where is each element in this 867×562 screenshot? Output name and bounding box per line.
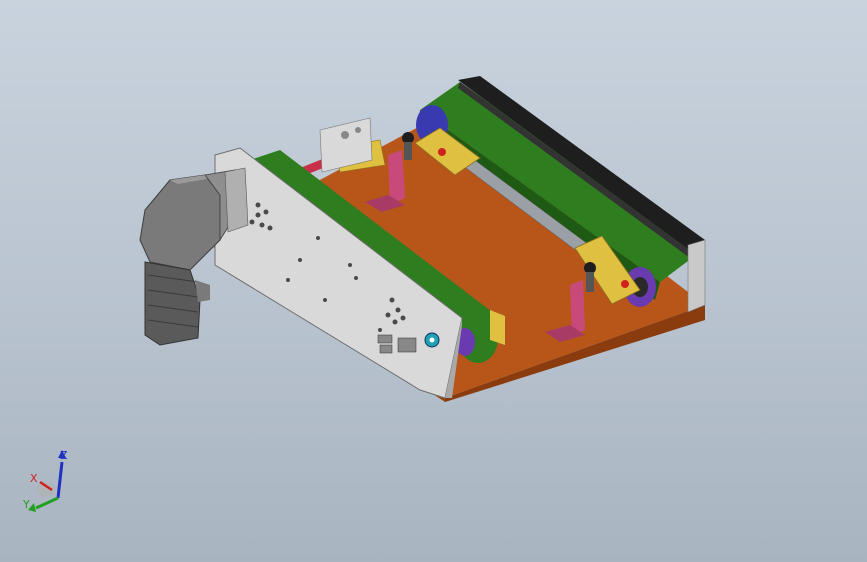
coordinate-triad: Z X Y [22, 449, 68, 512]
conveyor-assembly-model[interactable]: Z X Y [0, 0, 867, 562]
y-axis-arrow [35, 496, 59, 510]
y-axis-label: Y [22, 498, 30, 511]
z-axis-label: Z [60, 449, 68, 462]
x-axis-label: X [30, 472, 38, 485]
z-axis-arrow [56, 461, 64, 499]
cad-viewport[interactable]: Z X Y [0, 0, 867, 562]
